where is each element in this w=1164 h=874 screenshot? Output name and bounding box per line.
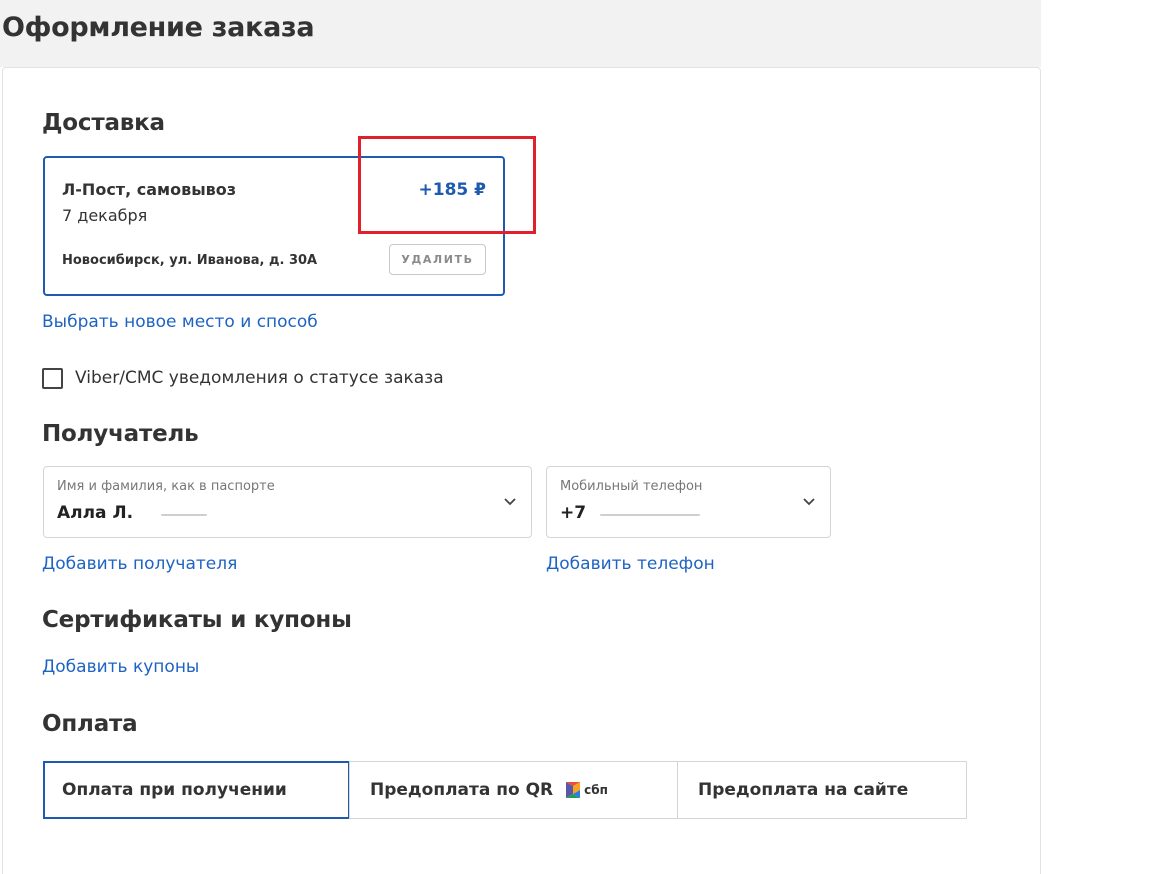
change-delivery-link[interactable]: Выбрать новое место и способ [42,312,318,332]
coupons-section-title: Сертификаты и купоны [42,607,352,633]
add-coupons-link[interactable]: Добавить купоны [42,657,199,677]
chevron-down-icon [803,498,815,506]
recipient-phone-value: +7 [560,503,700,523]
recipient-name-value: Алла Л. [57,503,207,523]
recipient-name-select[interactable]: Имя и фамилия, как в паспорте Алла Л. [43,466,532,538]
sbp-logo-icon: сбп [565,781,608,799]
recipient-section-title: Получатель [42,421,199,447]
page-title: Оформление заказа [2,12,315,43]
payment-option-online[interactable]: Предоплата на сайте [677,761,967,819]
delete-delivery-button[interactable]: УДАЛИТЬ [389,244,486,275]
notifications-checkbox[interactable] [42,367,63,389]
delivery-date: 7 декабря [62,206,148,225]
delivery-address: Новосибирск, ул. Иванова, д. 30А [62,253,318,268]
recipient-name-label: Имя и фамилия, как в паспорте [57,479,275,494]
payment-option-label: Предоплата на сайте [698,780,909,800]
payment-option-qr[interactable]: Предоплата по QR сбп [349,761,678,819]
checkout-page: Оформление заказа Доставка Л-Пост, самов… [0,0,1164,874]
chevron-down-icon [504,498,516,506]
recipient-phone-select[interactable]: Мобильный телефон +7 [546,466,831,538]
payment-option-label: Предоплата по QR [370,780,554,800]
price-highlight-annotation [358,136,536,234]
add-recipient-link[interactable]: Добавить получателя [42,554,237,574]
delivery-method: Л-Пост, самовывоз [62,180,237,199]
payment-option-label: Оплата при получении [62,780,287,800]
payment-section-title: Оплата [42,711,138,737]
payment-option-on-delivery[interactable]: Оплата при получении [43,761,350,819]
add-phone-link[interactable]: Добавить телефон [546,554,715,574]
notifications-checkbox-row[interactable]: Viber/СМС уведомления о статусе заказа [42,366,444,390]
delivery-section-title: Доставка [42,110,165,136]
notifications-label: Viber/СМС уведомления о статусе заказа [75,368,444,388]
recipient-phone-label: Мобильный телефон [560,479,703,494]
